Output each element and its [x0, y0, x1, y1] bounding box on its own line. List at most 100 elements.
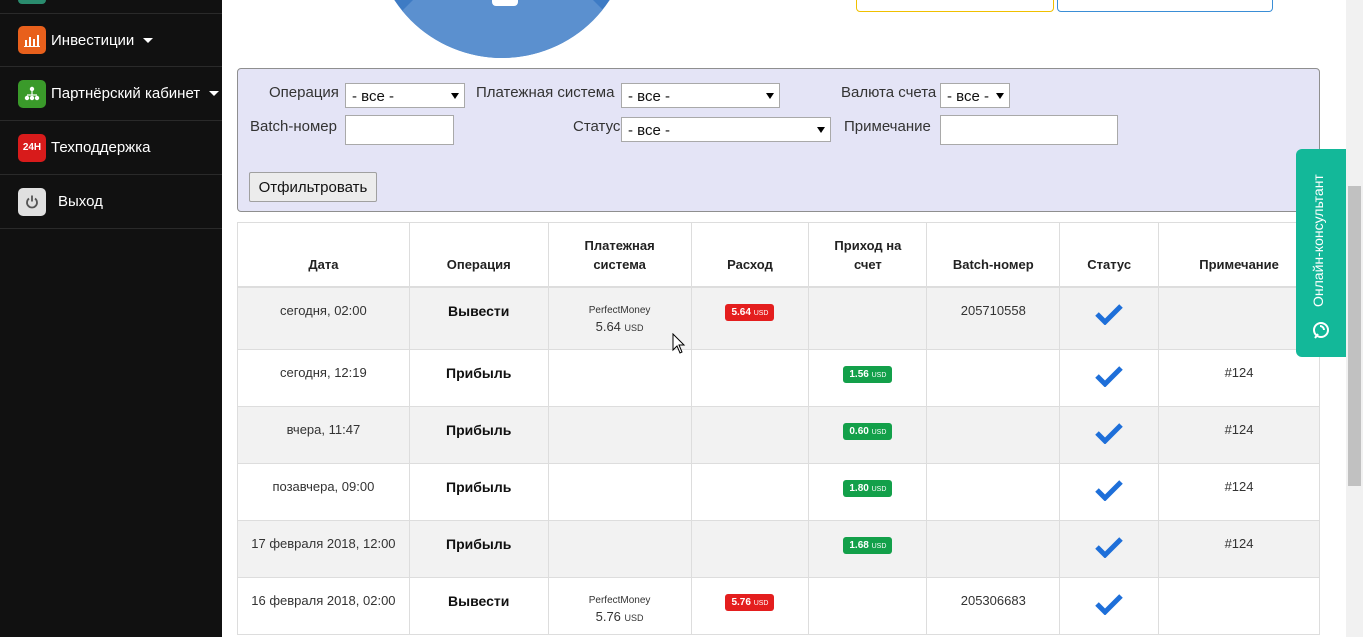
column-header-income[interactable]: Приход на счет [808, 222, 928, 288]
table-header-row: Дата Операция Платежная система Расход П… [237, 222, 1320, 288]
status-check-icon [1095, 479, 1123, 504]
cell-income: 0.60 USD [808, 406, 928, 464]
sidebar-item-support[interactable]: 24H Техподдержка [0, 121, 222, 175]
dropdown-arrow-icon [766, 93, 774, 99]
cell-note: #124 [1158, 520, 1320, 578]
cell-date: сегодня, 02:00 [237, 286, 410, 350]
column-header-payment-system[interactable]: Платежная система [547, 222, 692, 288]
support-24h-icon: 24H [18, 133, 46, 162]
cell-batch [926, 520, 1061, 578]
table-row: позавчера, 09:00 Прибыль 1.80 USD #124 [237, 463, 1320, 521]
currency-select-value: - все - [947, 88, 989, 105]
column-header-expense[interactable]: Расход [690, 222, 810, 288]
operation-select-value: - все - [352, 88, 394, 105]
sidebar-item-logout[interactable]: Выход [0, 175, 222, 229]
sidebar-item-label: Выход [58, 193, 103, 210]
income-badge: 1.80 USD [843, 480, 893, 497]
income-badge: 1.68 USD [843, 537, 893, 554]
cell-income: 1.56 USD [808, 349, 928, 407]
cell-operation: Прибыль [408, 463, 549, 521]
payment-system-label: Платежная система [476, 84, 615, 101]
cell-status [1059, 349, 1160, 407]
sidebar-item-label: Инвестиции [51, 31, 135, 49]
cell-payment-system: PerfectMoney 5.64 USD [547, 286, 692, 350]
column-header-operation[interactable]: Операция [408, 222, 549, 288]
cell-status [1059, 577, 1160, 635]
header-button-yellow[interactable] [856, 0, 1054, 12]
payment-system-name: PerfectMoney [588, 304, 651, 316]
column-header-batch[interactable]: Batch-номер [926, 222, 1061, 288]
cell-operation: Прибыль [408, 406, 549, 464]
cell-operation: Прибыль [408, 349, 549, 407]
cell-expense [690, 520, 810, 578]
cell-expense [690, 406, 810, 464]
status-select[interactable]: - все - [621, 117, 831, 142]
income-badge: 1.56 USD [843, 366, 893, 383]
cell-date: вчера, 11:47 [237, 406, 410, 464]
table-row: сегодня, 12:19 Прибыль 1.56 USD #124 [237, 349, 1320, 407]
cell-payment-system [547, 463, 692, 521]
cell-note: #124 [1158, 349, 1320, 407]
cell-expense [690, 349, 810, 407]
cell-income: 1.80 USD [808, 463, 928, 521]
payment-system-amount: 5.64 USD [595, 318, 644, 334]
cell-date: 16 февраля 2018, 02:00 [237, 577, 410, 635]
cell-operation: Прибыль [408, 520, 549, 578]
operation-select[interactable]: - все - [345, 83, 465, 108]
table-row: сегодня, 02:00 Вывести PerfectMoney 5.64 US… [237, 286, 1320, 350]
dropdown-arrow-icon [996, 93, 1004, 99]
column-header-status[interactable]: Статус [1059, 222, 1160, 288]
status-select-value: - все - [628, 122, 670, 139]
currency-label: Валюта счета [841, 84, 937, 101]
sidebar-partial-icon [18, 0, 46, 4]
payment-system-select-value: - все - [628, 88, 670, 105]
cell-income: 1.68 USD [808, 520, 928, 578]
cell-income [808, 286, 928, 350]
filter-panel: Операция - все - Платежная система - все… [237, 68, 1320, 212]
sidebar-item-label: Партнёрский кабинет [51, 85, 201, 102]
batch-input[interactable] [345, 115, 454, 145]
header-button-blue[interactable] [1057, 0, 1273, 12]
scrollbar-thumb[interactable] [1348, 186, 1361, 486]
chat-bubble-icon [1312, 321, 1330, 344]
investments-chart-icon [18, 26, 46, 54]
chevron-down-icon [143, 37, 154, 43]
cell-expense: 5.64 USD [690, 286, 810, 350]
dropdown-arrow-icon [817, 127, 825, 133]
partner-network-icon [18, 79, 46, 108]
sidebar-item-partner-cabinet[interactable]: Партнёрский кабинет [0, 67, 222, 121]
cell-note: #124 [1158, 463, 1320, 521]
sidebar: Инвестиции Партнёрский кабинет 24H Техпо… [0, 0, 222, 637]
power-icon [18, 187, 46, 216]
status-check-icon [1095, 593, 1123, 618]
column-header-date[interactable]: Дата [237, 222, 410, 288]
cell-payment-system [547, 349, 692, 407]
payment-system-amount: 5.76 USD [595, 609, 644, 624]
currency-select[interactable]: - все - [940, 83, 1010, 108]
site-logo [373, 0, 631, 58]
status-check-icon [1095, 303, 1123, 328]
income-badge: 0.60 USD [843, 423, 893, 440]
cell-date: позавчера, 09:00 [237, 463, 410, 521]
cell-payment-system [547, 406, 692, 464]
filter-submit-button[interactable]: Отфильтровать [249, 172, 377, 202]
cell-batch [926, 463, 1061, 521]
note-input[interactable] [940, 115, 1118, 145]
table-row: вчера, 11:47 Прибыль 0.60 USD #124 [237, 406, 1320, 464]
sidebar-item-investments[interactable]: Инвестиции [0, 13, 222, 67]
payment-system-select[interactable]: - все - [621, 83, 780, 108]
cell-operation: Вывести [408, 577, 549, 635]
online-consultant-tab[interactable]: Онлайн-консультант [1296, 149, 1346, 357]
chevron-down-icon [209, 91, 220, 96]
note-label: Примечание [844, 118, 931, 135]
status-label: Статус [573, 118, 621, 135]
cell-batch [926, 349, 1061, 407]
cell-status [1059, 406, 1160, 464]
transactions-table: Дата Операция Платежная система Расход П… [237, 222, 1320, 635]
dropdown-arrow-icon [451, 93, 459, 99]
cell-income [808, 577, 928, 635]
cell-status [1059, 520, 1160, 578]
status-check-icon [1095, 422, 1123, 447]
table-row: 17 февраля 2018, 12:00 Прибыль 1.68 USD #12… [237, 520, 1320, 578]
page-scrollbar[interactable] [1346, 0, 1363, 637]
